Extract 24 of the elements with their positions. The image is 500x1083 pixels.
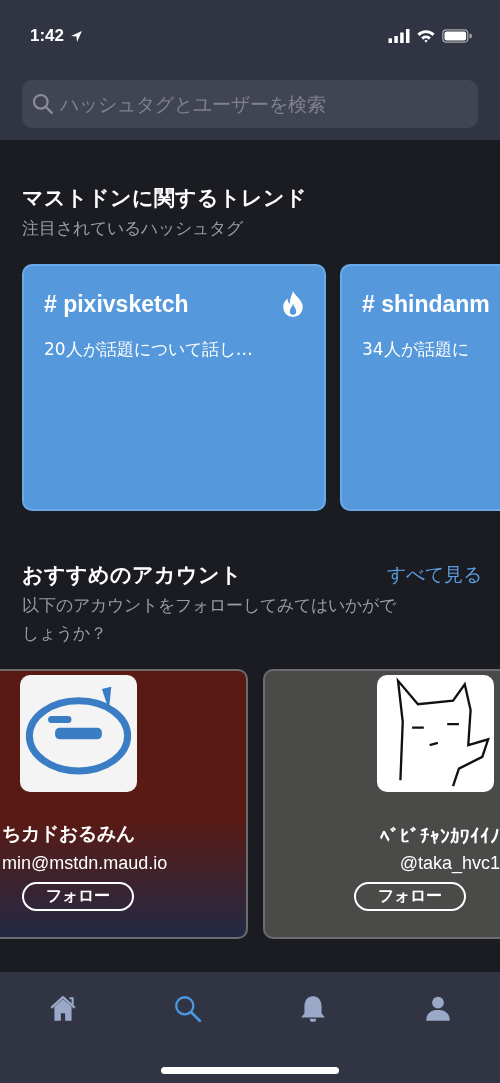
follow-button[interactable]: フォロー	[354, 882, 466, 911]
account-name: ﾍﾞﾋﾞﾁｬﾝｶﾜｲｲﾉ	[380, 825, 500, 847]
section-subtitle: 注目されているハッシュタグ	[21, 217, 244, 240]
location-arrow-icon	[70, 29, 84, 43]
follow-button[interactable]: フォロー	[22, 882, 134, 911]
account-card[interactable]: ちカドおるみん min@mstdn.maud.io フォロー	[0, 669, 248, 939]
hashtag-title: # pixivsketch	[44, 290, 189, 318]
account-handle: @taka_hvc1	[399, 853, 500, 874]
hashtag-summary: 34人が話題に	[362, 338, 470, 361]
search-field[interactable]: ハッシュタグとユーザーを検索	[22, 80, 478, 128]
see-all-link[interactable]: すべて見る	[387, 562, 482, 588]
signal-icon	[388, 29, 410, 43]
section-title: マストドンに関するトレンド	[21, 185, 308, 212]
account-handle: min@mstdn.maud.io	[1, 853, 168, 874]
hashtag-summary: 20人が話題について話し…	[44, 338, 254, 361]
account-card[interactable]: ﾍﾞﾋﾞﾁｬﾝｶﾜｲｲﾉ @taka_hvc1 フォロー	[263, 669, 500, 939]
status-time: 1:42	[30, 26, 65, 46]
battery-icon	[442, 29, 472, 43]
hashtag-title: # shindanm	[362, 290, 490, 318]
section-subtitle: 以下のアカウントをフォローしてみてはいかがでしょうか？	[21, 594, 397, 645]
wifi-icon	[416, 29, 436, 43]
search-icon[interactable]	[172, 994, 203, 1024]
account-name: ちカドおるみん	[1, 821, 135, 846]
section-title: おすすめのアカウント	[21, 562, 243, 589]
